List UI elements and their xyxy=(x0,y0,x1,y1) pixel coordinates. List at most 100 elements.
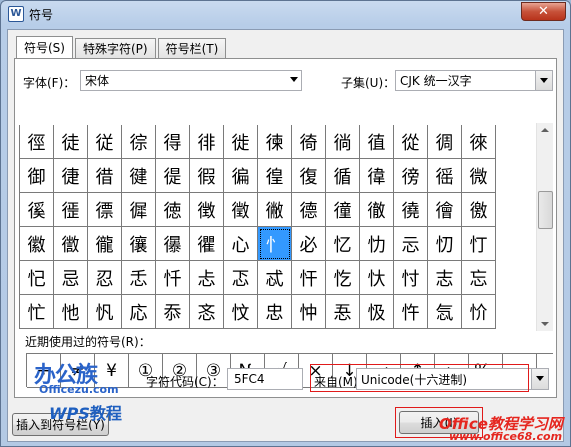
symbol-cell[interactable]: 忊 xyxy=(462,227,496,261)
symbol-cell[interactable]: 忝 xyxy=(156,295,190,329)
scroll-up-icon[interactable] xyxy=(541,128,549,132)
symbol-cell[interactable]: 必 xyxy=(292,227,326,261)
symbol-cell[interactable]: 忍 xyxy=(88,261,122,295)
symbol-cell[interactable]: 徼 xyxy=(462,193,496,227)
symbol-cell[interactable]: 忡 xyxy=(292,295,326,329)
symbol-cell[interactable]: 徧 xyxy=(224,159,258,193)
grid-top-clip xyxy=(19,122,499,125)
symbol-cell[interactable]: 徚 xyxy=(258,125,292,159)
symbol-cell[interactable]: 忏 xyxy=(156,261,190,295)
symbol-cell[interactable]: 忣 xyxy=(360,295,394,329)
symbol-cell[interactable]: 志 xyxy=(428,261,462,295)
symbol-cell[interactable]: 徿 xyxy=(88,227,122,261)
symbol-cell[interactable]: 忥 xyxy=(428,295,462,329)
symbol-cell[interactable]: 徒 xyxy=(54,125,88,159)
symbol-cell[interactable]: 徽 xyxy=(20,227,54,261)
symbol-cell[interactable]: 忇 xyxy=(360,227,394,261)
char-code-input[interactable]: 5FC4 xyxy=(227,368,303,390)
symbol-cell[interactable]: 徑 xyxy=(20,125,54,159)
symbol-cell[interactable]: 徦 xyxy=(190,159,224,193)
symbol-cell[interactable]: 忒 xyxy=(258,261,292,295)
symbol-cell[interactable]: 徛 xyxy=(292,125,326,159)
symbol-cell[interactable]: 忕 xyxy=(360,261,394,295)
scrollbar-thumb[interactable] xyxy=(538,191,553,229)
symbol-cell[interactable]: 徴 xyxy=(190,193,224,227)
symbol-cell[interactable]: 徹 xyxy=(360,193,394,227)
symbol-cell[interactable]: 忔 xyxy=(326,261,360,295)
symbol-cell[interactable]: 忛 xyxy=(88,295,122,329)
symbol-cell[interactable]: 徟 xyxy=(428,125,462,159)
symbol-cell[interactable]: 忖 xyxy=(394,261,428,295)
symbol-cell[interactable]: 御 xyxy=(20,159,54,193)
symbols-panel: 字体(F)： 宋体 子集(U)： CJK 统一汉字 徑徒従徖得徘徙徚徛徜徝從徟徠… xyxy=(14,58,557,398)
symbol-cell[interactable]: 忈 xyxy=(394,227,428,261)
symbol-cell[interactable]: 循 xyxy=(326,159,360,193)
symbol-cell[interactable]: 徶 xyxy=(258,193,292,227)
symbol-cell[interactable]: 徭 xyxy=(428,159,462,193)
font-select[interactable]: 宋体 xyxy=(80,70,302,91)
symbol-cell[interactable]: 徥 xyxy=(156,159,190,193)
symbol-cell[interactable]: 得 xyxy=(156,125,190,159)
symbol-cell[interactable]: 忘 xyxy=(462,261,496,295)
symbol-cell[interactable]: 忚 xyxy=(54,295,88,329)
scroll-down-icon[interactable] xyxy=(541,322,549,326)
office68-url: www.office68.com xyxy=(449,430,563,443)
symbol-cell[interactable]: 徫 xyxy=(360,159,394,193)
symbol-cell[interactable]: 応 xyxy=(122,295,156,329)
symbol-cell[interactable]: 忌 xyxy=(54,261,88,295)
symbol-cell[interactable]: 徣 xyxy=(88,159,122,193)
symbol-cell[interactable]: 忁 xyxy=(156,227,190,261)
symbol-cell[interactable]: 微 xyxy=(462,159,496,193)
symbol-cell[interactable]: 忄 xyxy=(258,227,292,261)
symbol-cell[interactable]: 忐 xyxy=(190,261,224,295)
symbol-cell[interactable]: 心 xyxy=(224,227,258,261)
symbol-cell[interactable]: 徰 xyxy=(54,193,88,227)
symbol-cell[interactable]: 忉 xyxy=(428,227,462,261)
symbol-cell[interactable]: 徘 xyxy=(190,125,224,159)
tab-symbols[interactable]: 符号(S) xyxy=(16,36,73,58)
close-button[interactable]: ✕ xyxy=(521,2,566,21)
symbol-cell[interactable]: 忓 xyxy=(292,261,326,295)
symbol-cell[interactable]: 忑 xyxy=(224,261,258,295)
symbol-cell[interactable]: 徠 xyxy=(462,125,496,159)
symbol-cell[interactable]: 徬 xyxy=(394,159,428,193)
symbol-cell[interactable]: 徱 xyxy=(88,193,122,227)
symbol-cell[interactable]: 従 xyxy=(88,125,122,159)
subset-select[interactable]: CJK 统一汉字 xyxy=(395,70,553,91)
symbol-cell[interactable]: 復 xyxy=(292,159,326,193)
symbol-cell[interactable]: 徲 xyxy=(122,193,156,227)
tab-special-characters[interactable]: 特殊字符(P) xyxy=(74,38,156,58)
symbol-cell[interactable]: 忎 xyxy=(122,261,156,295)
symbol-cell[interactable]: 忦 xyxy=(462,295,496,329)
symbol-cell[interactable]: 徯 xyxy=(20,193,54,227)
symbol-cell[interactable]: 從 xyxy=(394,125,428,159)
symbol-cell[interactable]: 忋 xyxy=(20,261,54,295)
symbol-cell[interactable]: 忙 xyxy=(20,295,54,329)
symbol-grid-scrollbar[interactable] xyxy=(536,123,553,331)
symbol-cell[interactable]: 徖 xyxy=(122,125,156,159)
symbol-cell[interactable]: 忠 xyxy=(258,295,292,329)
symbol-cell[interactable]: 徸 xyxy=(326,193,360,227)
symbol-cell[interactable]: 德 xyxy=(292,193,326,227)
symbol-cell[interactable]: 徙 xyxy=(224,125,258,159)
symbol-cell[interactable]: 徨 xyxy=(258,159,292,193)
symbol-cell[interactable]: 忞 xyxy=(190,295,224,329)
symbol-cell[interactable]: 忟 xyxy=(224,295,258,329)
symbol-cell[interactable]: 徾 xyxy=(54,227,88,261)
symbol-cell[interactable]: 徢 xyxy=(54,159,88,193)
symbol-cell[interactable]: 徳 xyxy=(156,193,190,227)
symbol-cell[interactable]: 忆 xyxy=(326,227,360,261)
from-dropdown-button[interactable] xyxy=(531,369,548,389)
symbol-cell[interactable]: 徤 xyxy=(122,159,156,193)
symbol-cell[interactable]: 徻 xyxy=(428,193,462,227)
symbol-cell[interactable]: 徝 xyxy=(360,125,394,159)
symbol-cell[interactable]: 徺 xyxy=(394,193,428,227)
symbol-cell[interactable]: 忢 xyxy=(326,295,360,329)
symbol-cell[interactable]: 忂 xyxy=(190,227,224,261)
subset-dropdown-button[interactable] xyxy=(535,71,552,90)
symbol-cell[interactable]: 徵 xyxy=(224,193,258,227)
tab-symbol-bar[interactable]: 符号栏(T) xyxy=(157,38,227,58)
symbol-cell[interactable]: 徜 xyxy=(326,125,360,159)
symbol-cell[interactable]: 忀 xyxy=(122,227,156,261)
symbol-cell[interactable]: 忤 xyxy=(394,295,428,329)
